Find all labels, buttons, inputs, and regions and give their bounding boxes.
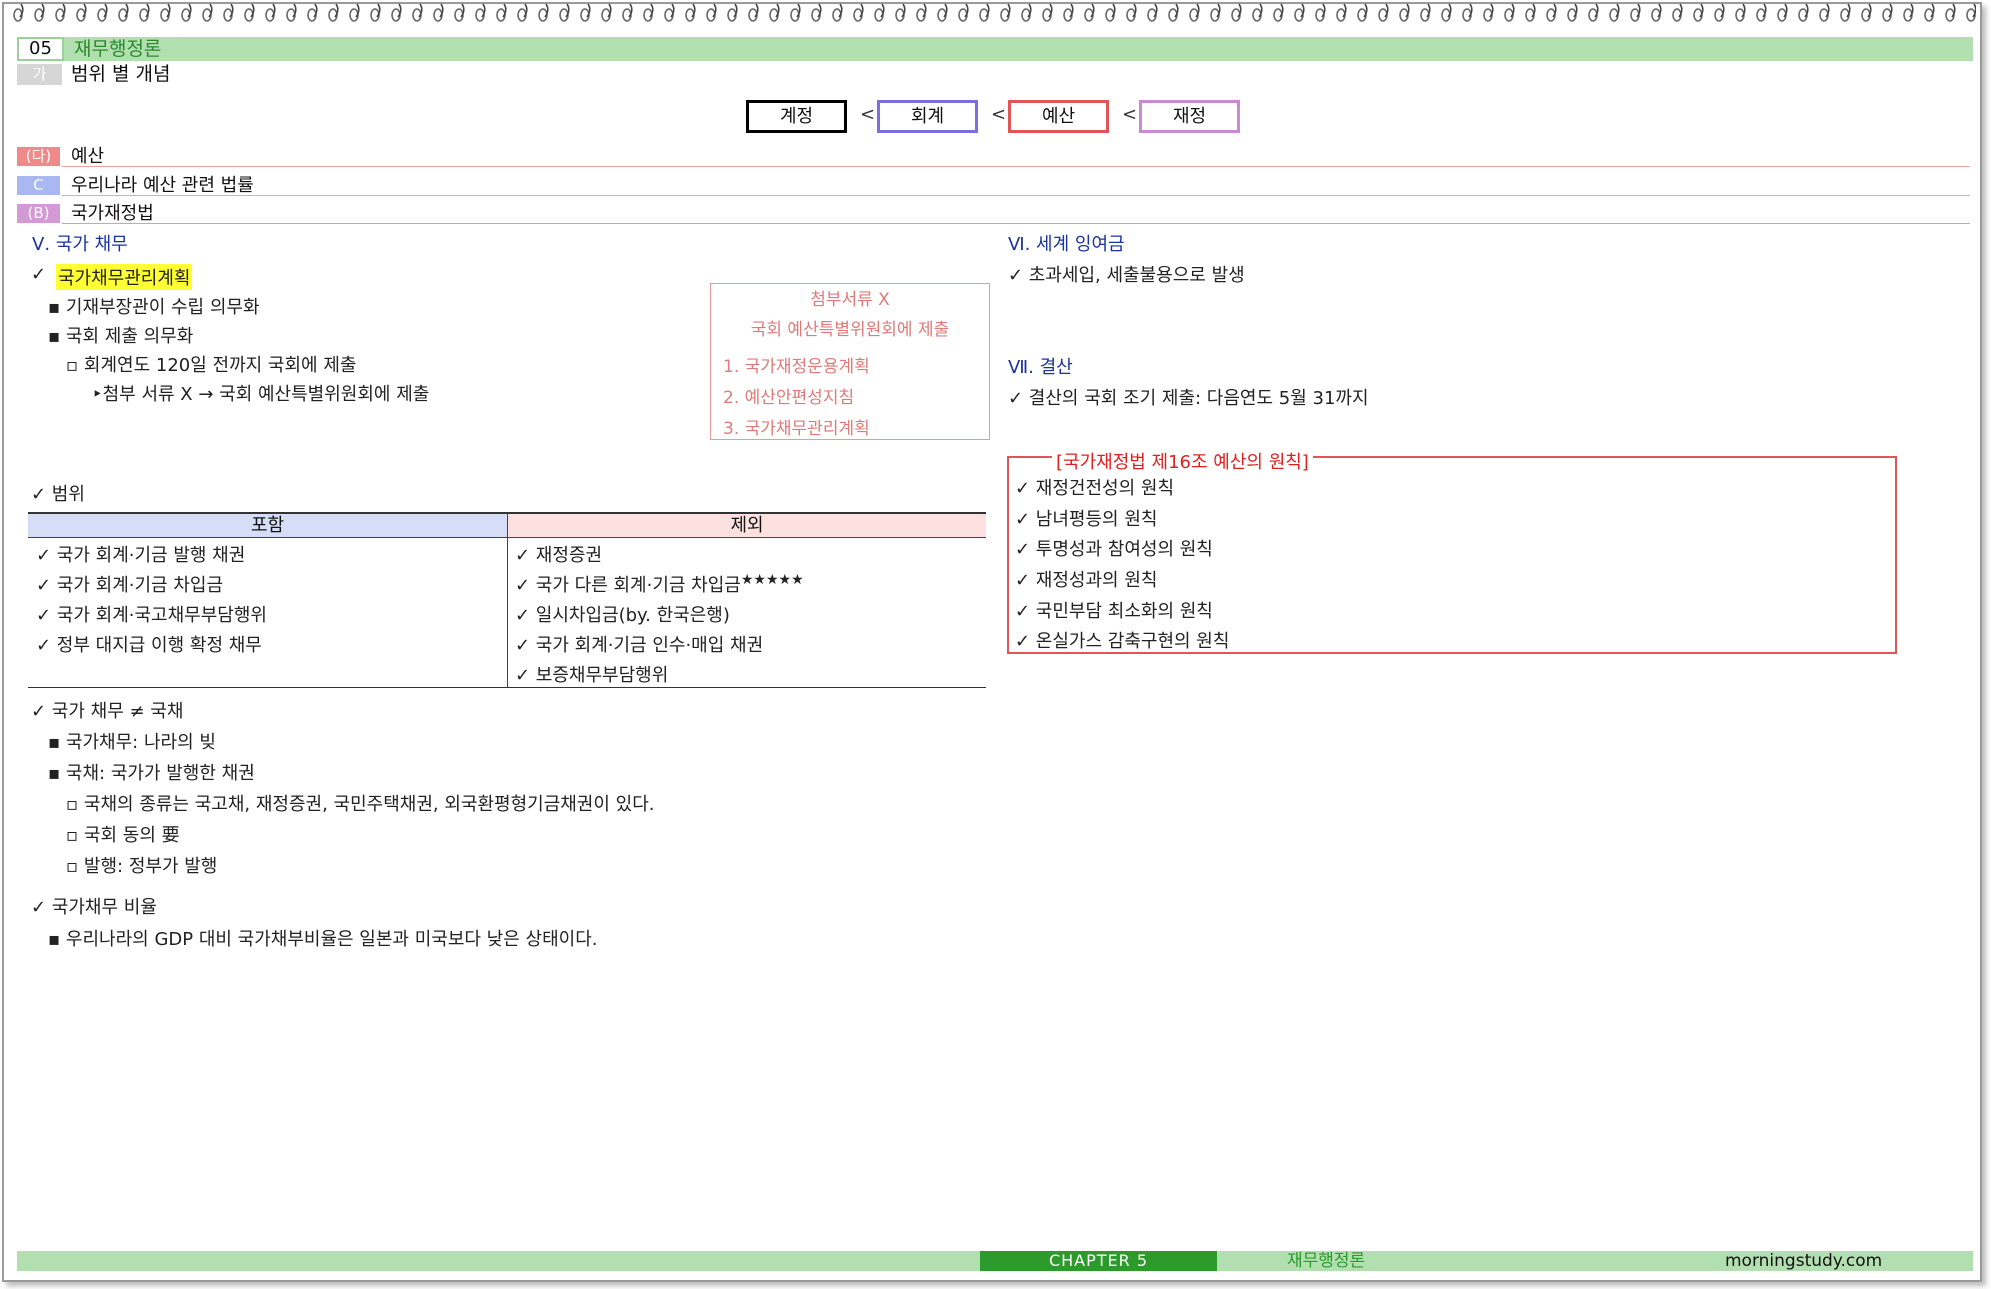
table-cell-include: ✓ 국가 회계·기금 발행 채권	[36, 545, 246, 566]
national-debt-heading: Ⅴ. 국가 채무	[32, 234, 128, 255]
attachment-item: 3. 국가채무관리계획	[723, 419, 870, 439]
table-cell-include: ✓ 국가 회계·국고채무부담행위	[36, 605, 267, 626]
section-label-budget: 예산	[71, 146, 105, 167]
scope-box-accounting: 회계	[877, 100, 978, 133]
attachment-note-title: 첨부서류 X	[810, 290, 890, 310]
principle-item: ✓ 재정성과의 원칙	[1015, 570, 1158, 591]
table-cell-exclude: ✓ 국가 다른 회계·기금 차입금★★★★★	[515, 571, 804, 597]
principle-item: ✓ 투명성과 참여성의 원칙	[1015, 539, 1213, 560]
settlement-heading: Ⅶ. 결산	[1008, 357, 1073, 378]
section-tag-finance-act: (B)	[17, 204, 60, 223]
plan-item: ▪ 기재부장관이 수립 의무화	[48, 297, 260, 318]
debt-vs-bond-item: ▪ 국가채무: 나라의 빚	[48, 732, 216, 753]
scope-box-finance: 재정	[1139, 100, 1240, 133]
principle-item: ✓ 온실가스 감축구현의 원칙	[1015, 631, 1230, 652]
debt-vs-bond-item: ▫ 국회 동의 要	[66, 825, 180, 846]
footer-site-link[interactable]: morningstudy.com	[1725, 1250, 1882, 1272]
table-header-exclude: 제외	[507, 512, 986, 538]
settlement-item: ✓ 결산의 국회 조기 제출: 다음연도 5월 31까지	[1008, 388, 1369, 409]
debt-plan-title: 국가채무관리계획	[56, 264, 193, 290]
title-bar	[17, 37, 1973, 61]
debt-ratio-title: ✓ 국가채무 비율	[31, 897, 157, 918]
attachment-item: 1. 국가재정운용계획	[723, 357, 870, 377]
footer-chapter: CHAPTER 5	[980, 1251, 1217, 1271]
table-cell-exclude: ✓ 국가 회계·기금 인수·매입 채권	[515, 635, 764, 656]
section-tag-budget: (다)	[17, 147, 60, 166]
subtitle-tag: 가	[17, 64, 62, 85]
debt-scope-table: 포함 제외 ✓ 국가 회계·기금 발행 채권 ✓ 국가 회계·기금 차입금 ✓ …	[28, 512, 986, 688]
debt-ratio-item: ▪ 우리나라의 GDP 대비 국가채부비율은 일본과 미국보다 낮은 상태이다.	[48, 929, 598, 950]
principle-item: ✓ 재정건전성의 원칙	[1015, 478, 1175, 499]
table-divider	[507, 538, 508, 688]
star-rating-icon: ★★★★★	[740, 572, 804, 588]
section-rule	[62, 195, 1970, 196]
surplus-item: ✓ 초과세입, 세출불용으로 발생	[1008, 265, 1245, 286]
section-rule	[62, 223, 1970, 224]
table-cell-exclude-text: ✓ 국가 다른 회계·기금 차입금	[515, 575, 741, 596]
plan-item: ▫ 회계연도 120일 전까지 국회에 제출	[66, 355, 357, 376]
subtitle: 범위 별 개념	[71, 63, 171, 85]
attachment-note-box: 첨부서류 X 국회 예산특별위원회에 제출 1. 국가재정운용계획 2. 예산안…	[710, 283, 990, 440]
scope-separator: <	[860, 104, 876, 125]
footer-subject: 재무행정론	[1287, 1251, 1366, 1271]
table-header-include: 포함	[28, 512, 507, 538]
scope-separator: <	[1122, 104, 1138, 125]
table-cell-exclude: ✓ 재정증권	[515, 545, 603, 566]
debt-vs-bond-title: ✓ 국가 채무 ≠ 국채	[31, 701, 184, 722]
debt-vs-bond-item: ▫ 발행: 정부가 발행	[66, 856, 218, 877]
scope-box-budget: 예산	[1008, 100, 1109, 133]
principle-item: ✓ 남녀평등의 원칙	[1015, 509, 1158, 530]
attachment-note-subtitle: 국회 예산특별위원회에 제출	[750, 320, 950, 340]
section-label-laws: 우리나라 예산 관련 법률	[71, 175, 254, 196]
surplus-heading: Ⅵ. 세계 잉여금	[1008, 234, 1125, 255]
debt-vs-bond-item: ▪ 국채: 국가가 발행한 채권	[48, 763, 255, 784]
section-label-finance-act: 국가재정법	[71, 203, 154, 224]
scope-box-account: 계정	[746, 100, 847, 133]
table-bottom-rule	[28, 687, 986, 688]
table-cell-exclude: ✓ 일시차입금(by. 한국은행)	[515, 605, 730, 626]
page-title: 재무행정론	[74, 38, 162, 60]
debt-vs-bond-item: ▫ 국채의 종류는 국고채, 재정증권, 국민주택채권, 외국환평형기금채권이 …	[66, 794, 655, 815]
principle-item: ✓ 국민부담 최소화의 원칙	[1015, 601, 1213, 622]
table-cell-include: ✓ 정부 대지급 이행 확정 채무	[36, 635, 262, 656]
spiral-binding	[6, 0, 1976, 28]
chapter-number: 05	[17, 37, 64, 61]
plan-item: ▪ 국회 제출 의무화	[48, 326, 194, 347]
scope-label: ✓ 범위	[31, 484, 85, 505]
section-tag-laws: C	[17, 176, 60, 195]
section-rule	[62, 166, 1970, 167]
budget-principles-title: [국가재정법 제16조 예산의 원칙]	[1052, 448, 1313, 474]
table-cell-include: ✓ 국가 회계·기금 차입금	[36, 575, 224, 596]
scope-separator: <	[991, 104, 1007, 125]
table-cell-exclude: ✓ 보증채무부담행위	[515, 665, 669, 686]
attachment-item: 2. 예산안편성지침	[723, 388, 855, 408]
check-icon: ✓	[31, 264, 47, 285]
plan-item: ‣첨부 서류 X → 국회 예산특별위원회에 제출	[92, 384, 430, 405]
